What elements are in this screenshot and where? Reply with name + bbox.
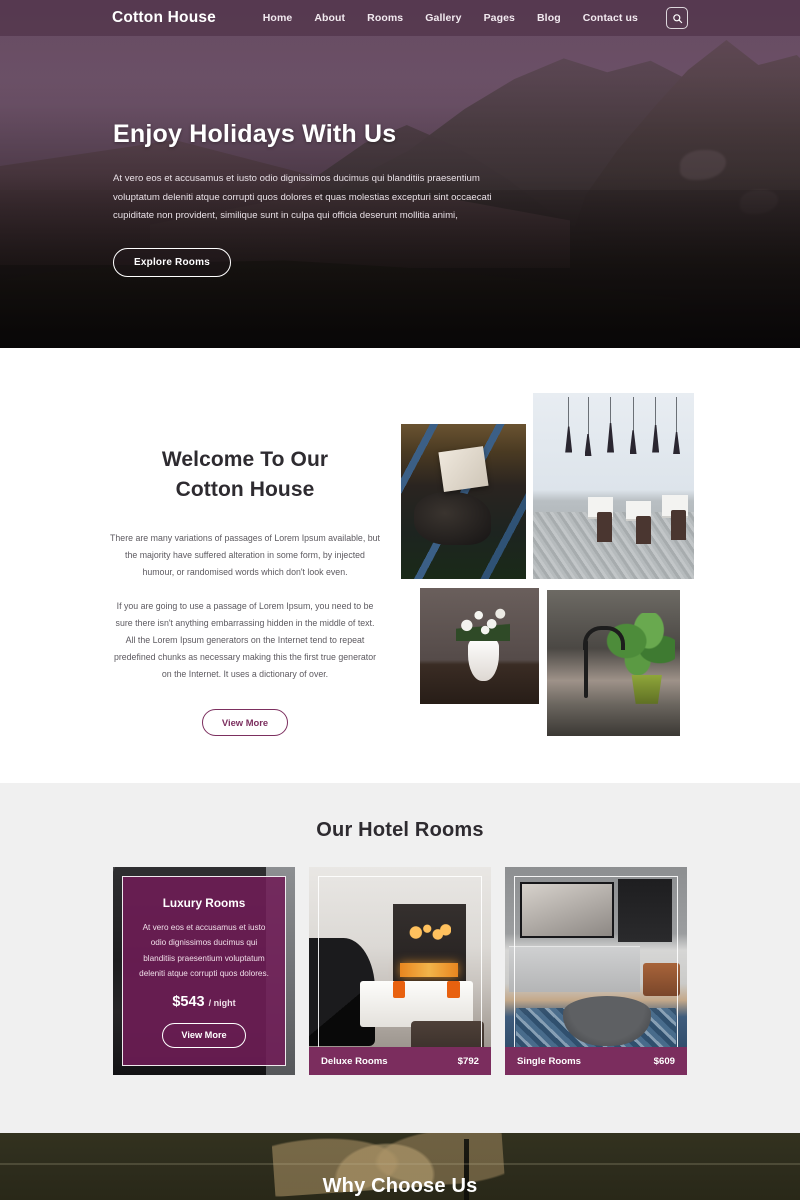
room-photo-deluxe [309,867,491,1075]
page-root: Cotton House Home About Rooms Gallery Pa… [0,0,800,1200]
room-card-deluxe[interactable]: Deluxe Rooms $792 [309,867,491,1075]
nav-item-home[interactable]: Home [263,12,293,24]
nav-item-pages[interactable]: Pages [484,12,515,24]
room-description-luxury: At vero eos et accusamus et iusto odio d… [139,923,269,979]
nav-item-blog[interactable]: Blog [537,12,561,24]
room-price-deluxe: $792 [457,1055,479,1067]
room-price-amount: $543 [172,993,205,1010]
welcome-title-line-2: Cotton House [175,478,315,501]
gallery-image-kitchen-sink-plant[interactable] [547,590,680,736]
welcome-view-more-button[interactable]: View More [201,709,289,736]
room-price-unit: / night [208,997,236,1008]
room-card-overlay: Luxury Rooms At vero eos et accusamus et… [122,876,286,1066]
welcome-section: Welcome To Our Cotton House There are ma… [0,348,800,783]
room-price-luxury: $543 / night [172,994,235,1010]
nav-item-about[interactable]: About [314,12,345,24]
main-navigation: Home About Rooms Gallery Pages Blog Cont… [263,7,688,29]
brand-logo[interactable]: Cotton House [112,9,216,27]
room-card-single[interactable]: Single Rooms $609 [505,867,687,1075]
welcome-paragraph-1: There are many variations of passages of… [110,533,380,577]
room-price-single: $609 [653,1055,675,1067]
welcome-text-column: Welcome To Our Cotton House There are ma… [110,445,380,736]
hero-section: Cotton House Home About Rooms Gallery Pa… [0,0,800,348]
nav-item-contact-us[interactable]: Contact us [583,12,638,24]
rooms-section: Our Hotel Rooms Luxury Rooms At vero eos… [0,783,800,1133]
hero-title: Enjoy Holidays With Us [113,120,397,148]
ceiling-cornice [0,1163,800,1165]
nav-item-rooms[interactable]: Rooms [367,12,403,24]
room-title-deluxe: Deluxe Rooms [321,1055,388,1067]
why-choose-us-section: Why Choose Us [0,1133,800,1200]
room-label-deluxe: Deluxe Rooms $792 [309,1047,491,1075]
room-title-single: Single Rooms [517,1055,581,1067]
room-title-luxury: Luxury Rooms [162,896,246,910]
rooms-grid: Luxury Rooms At vero eos et accusamus et… [113,867,687,1075]
welcome-paragraph-2: If you are going to use a passage of Lor… [113,601,377,679]
gallery-image-restaurant-interior[interactable] [533,393,694,579]
hero-description: At vero eos et accusamus et iusto odio d… [113,173,492,221]
gallery-image-bench-reading[interactable] [401,424,526,579]
rooms-section-title: Our Hotel Rooms [316,819,484,841]
welcome-title-line-1: Welcome To Our [161,448,329,471]
hero-content: Enjoy Holidays With Us At vero eos et ac… [113,120,513,277]
why-choose-us-title: Why Choose Us [322,1175,478,1197]
room-view-more-button[interactable]: View More [162,1022,246,1048]
explore-rooms-button[interactable]: Explore Rooms [113,247,231,277]
room-label-single: Single Rooms $609 [505,1047,687,1075]
gallery-image-white-tulips-vase[interactable] [420,588,539,704]
nav-item-gallery[interactable]: Gallery [425,12,461,24]
search-button[interactable] [666,7,688,29]
room-photo-single [505,867,687,1075]
welcome-title: Welcome To Our Cotton House [110,445,380,505]
site-header: Cotton House Home About Rooms Gallery Pa… [0,0,800,36]
room-card-luxury[interactable]: Luxury Rooms At vero eos et accusamus et… [113,867,295,1075]
search-icon [672,13,682,23]
welcome-gallery [401,390,694,736]
